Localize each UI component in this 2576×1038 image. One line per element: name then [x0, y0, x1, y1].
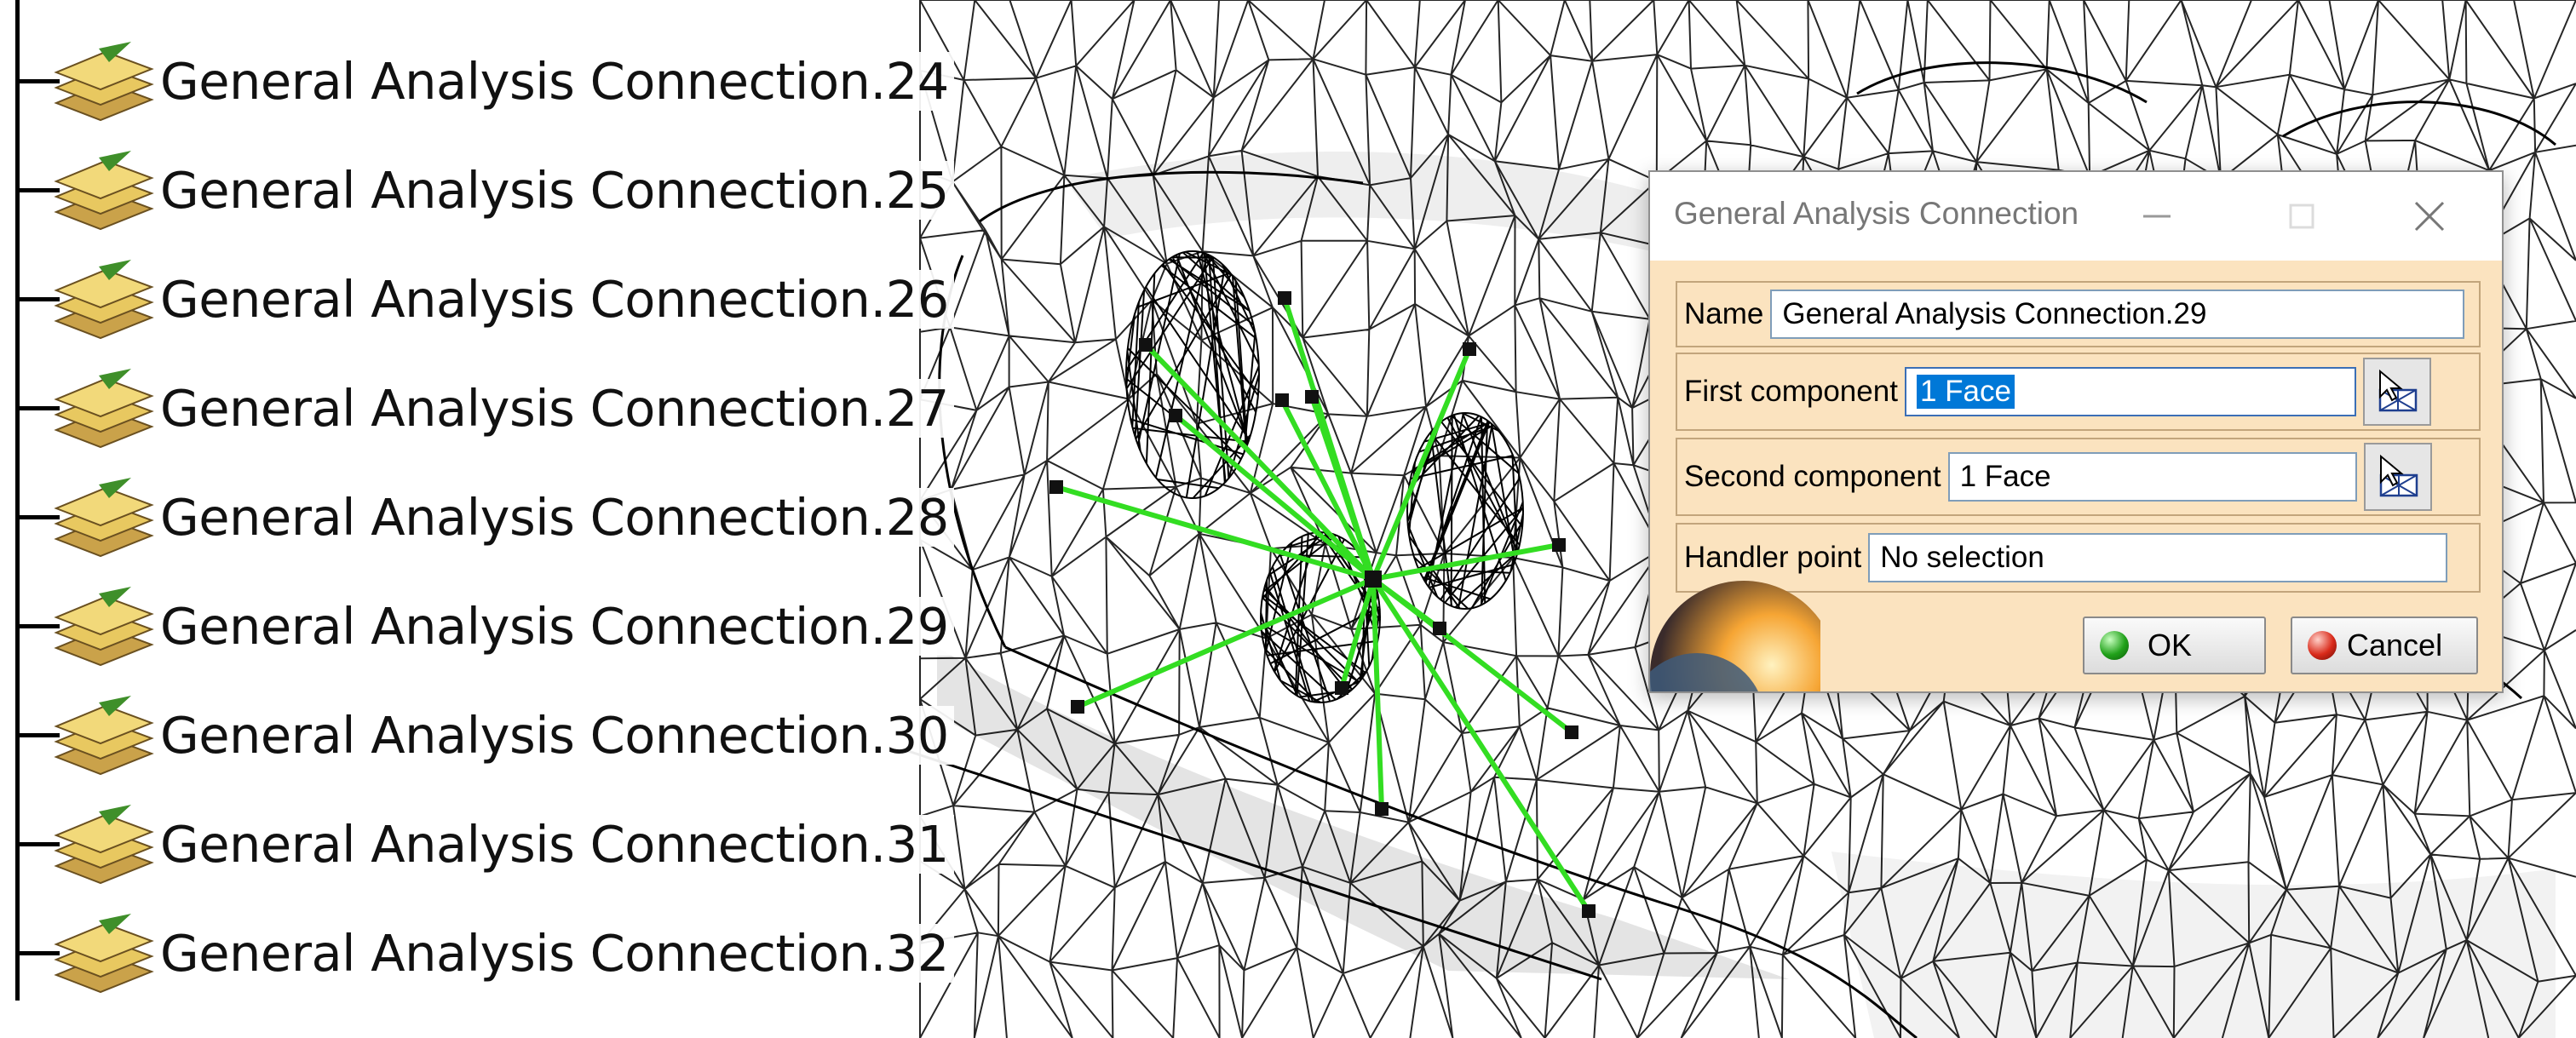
analysis-connection-icon: [54, 151, 154, 231]
tree-item-label: General Analysis Connection.28: [160, 487, 954, 547]
first-component-field[interactable]: 1 Face: [1904, 367, 2356, 416]
second-component-select-button[interactable]: [2363, 443, 2432, 511]
ok-button[interactable]: OK: [2083, 616, 2266, 674]
minimize-button[interactable]: [2127, 187, 2187, 245]
analysis-connection-icon: [54, 587, 154, 667]
name-value: General Analysis Connection.29: [1782, 297, 2207, 330]
second-component-label: Second component: [1684, 460, 1941, 493]
tree-item[interactable]: General Analysis Connection.29: [15, 579, 969, 673]
analysis-connection-icon: [54, 805, 154, 885]
close-icon: [2414, 201, 2445, 232]
tree-item[interactable]: General Analysis Connection.25: [15, 143, 969, 237]
specification-tree: General Analysis Connection.24 General An…: [0, 0, 971, 1038]
second-component-field[interactable]: 1 Face: [1947, 452, 2357, 502]
cancel-button[interactable]: Cancel: [2291, 616, 2478, 674]
minimize-icon: [2143, 215, 2171, 218]
connection-node: [1463, 342, 1476, 356]
tree-item-label: General Analysis Connection.26: [160, 269, 954, 329]
name-label: Name: [1684, 297, 1764, 330]
connection-node: [1335, 681, 1348, 695]
tree-item[interactable]: General Analysis Connection.32: [15, 906, 969, 1000]
first-component-value: 1 Face: [1916, 375, 2015, 409]
cancel-red-dot-icon: [2308, 631, 2337, 660]
first-component-label: First component: [1684, 375, 1898, 408]
connection-node: [1433, 622, 1446, 635]
second-component-row: Second component 1 Face: [1676, 438, 2481, 516]
connection-node: [1169, 409, 1182, 422]
tree-item[interactable]: General Analysis Connection.26: [15, 252, 969, 346]
connection-node: [1139, 338, 1153, 352]
connection-node: [1552, 538, 1566, 552]
connection-node: [1305, 390, 1319, 404]
connection-node: [1275, 393, 1289, 407]
handler-point-field[interactable]: No selection: [1868, 533, 2448, 582]
tree-item-label: General Analysis Connection.25: [160, 160, 954, 220]
connection-hub-node: [1365, 571, 1382, 588]
tree-item-label: General Analysis Connection.30: [160, 705, 954, 765]
analysis-connection-icon: [54, 696, 154, 776]
connection-node: [1565, 725, 1578, 739]
catia-logo-icon: [1650, 581, 1820, 691]
analysis-connection-icon: [54, 369, 154, 449]
analysis-connection-icon: [54, 914, 154, 994]
analysis-connection-icon: [54, 260, 154, 340]
first-component-row: First component 1 Face: [1676, 353, 2481, 431]
ok-green-dot-icon: [2100, 631, 2129, 660]
general-analysis-connection-dialog: General Analysis Connection Name General…: [1648, 170, 2504, 693]
second-component-value: 1 Face: [1959, 460, 2051, 493]
tree-item-label: General Analysis Connection.27: [160, 378, 954, 438]
name-input[interactable]: General Analysis Connection.29: [1770, 290, 2465, 339]
first-component-select-button[interactable]: [2362, 358, 2431, 426]
tree-item[interactable]: General Analysis Connection.31: [15, 797, 969, 891]
tree-item[interactable]: General Analysis Connection.27: [15, 361, 969, 455]
handler-point-value: No selection: [1880, 541, 2044, 574]
face-selection-icon: [2379, 454, 2418, 497]
dialog-title: General Analysis Connection: [1674, 196, 2079, 231]
face-selection-icon: [2378, 369, 2418, 412]
cancel-label: Cancel: [2347, 628, 2443, 662]
analysis-connection-icon: [54, 42, 154, 122]
tree-item-label: General Analysis Connection.24: [160, 51, 954, 111]
maximize-icon: [2289, 204, 2314, 229]
name-row: Name General Analysis Connection.29: [1676, 281, 2481, 347]
maximize-button[interactable]: [2272, 187, 2332, 245]
tree-item-label: General Analysis Connection.31: [160, 814, 954, 874]
connection-node: [1582, 904, 1596, 918]
tree-item-label: General Analysis Connection.32: [160, 923, 954, 983]
close-button[interactable]: [2400, 187, 2459, 245]
connection-node: [1049, 480, 1063, 494]
tree-item[interactable]: General Analysis Connection.24: [15, 34, 969, 128]
analysis-connection-icon: [54, 478, 154, 558]
handler-point-label: Handler point: [1684, 541, 1862, 574]
ok-label: OK: [2148, 628, 2193, 662]
tree-item-label: General Analysis Connection.29: [160, 596, 954, 656]
connection-node: [1278, 291, 1291, 305]
tree-item[interactable]: General Analysis Connection.30: [15, 688, 969, 782]
tree-item[interactable]: General Analysis Connection.28: [15, 470, 969, 564]
dialog-titlebar[interactable]: General Analysis Connection: [1650, 172, 2502, 261]
connection-node: [1375, 802, 1389, 816]
connection-node: [1071, 700, 1084, 714]
